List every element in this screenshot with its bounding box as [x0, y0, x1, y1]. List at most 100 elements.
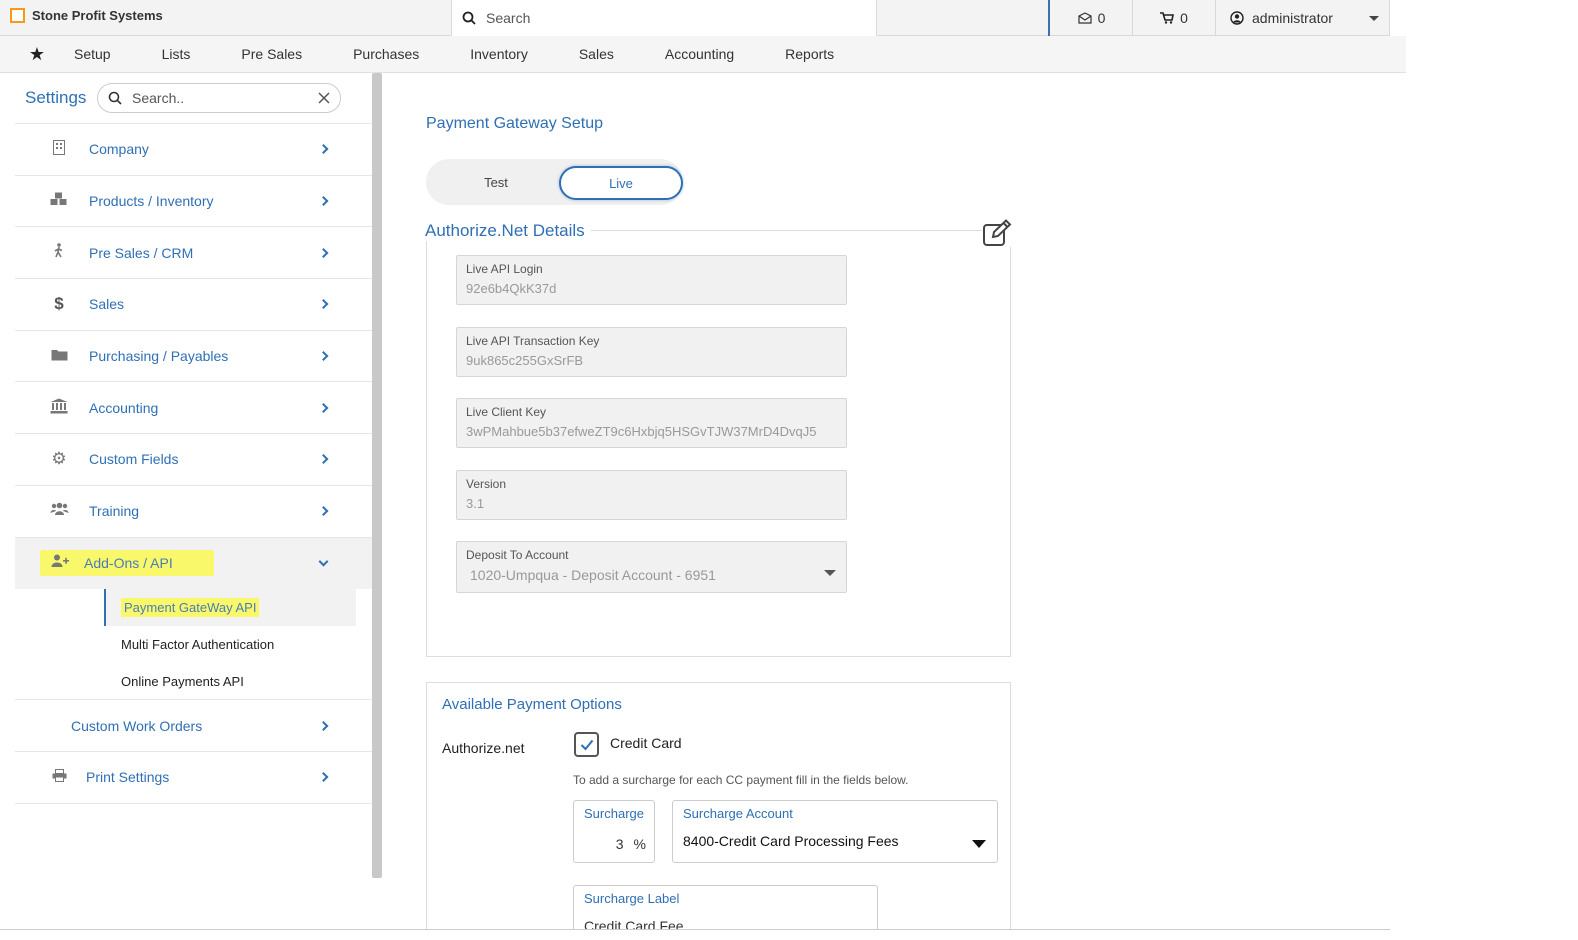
- top-bar-spacer: [877, 0, 1050, 36]
- nav-sales[interactable]: Sales: [579, 46, 614, 62]
- sidebar-subitem-multi-factor-authentication[interactable]: Multi Factor Authentication: [15, 626, 372, 663]
- surcharge-value-group: 3%: [616, 836, 646, 852]
- walking-icon: [47, 243, 71, 262]
- nav-pre-sales[interactable]: Pre Sales: [241, 46, 302, 62]
- chevron-right-icon: [318, 351, 329, 362]
- available-payment-options: Available Payment Options Authorize.net …: [426, 682, 1011, 940]
- surcharge-value: 3: [615, 836, 624, 852]
- global-search-input[interactable]: [486, 10, 846, 26]
- checkmark-icon: [580, 739, 593, 750]
- sidebar-item-custom-work-orders[interactable]: Custom Work Orders: [15, 700, 372, 752]
- gear-icon: ⚙: [51, 449, 67, 469]
- version-field[interactable]: Version 3.1: [456, 470, 847, 520]
- sidebar-item-products-inventory[interactable]: Products / Inventory: [15, 176, 372, 228]
- surcharge-account-select[interactable]: Surcharge Account 8400-Credit Card Proce…: [672, 800, 998, 863]
- nav-reports[interactable]: Reports: [785, 46, 834, 62]
- messages-button[interactable]: 0: [1051, 0, 1133, 36]
- favorites-star-icon[interactable]: ★: [0, 44, 74, 65]
- brand[interactable]: Stone Profit Systems: [10, 8, 163, 23]
- clear-icon[interactable]: [318, 92, 330, 104]
- surcharge-label: Surcharge: [584, 806, 644, 821]
- chevron-right-icon: [318, 506, 329, 517]
- chevron-right-icon: [318, 402, 329, 413]
- live-api-login-field[interactable]: Live API Login 92e6b4QkK37d: [456, 255, 847, 305]
- sidebar-search-input[interactable]: [132, 90, 302, 106]
- chevron-down-icon: [824, 570, 836, 576]
- deposit-to-account-select[interactable]: Deposit To Account 1020-Umpqua - Deposit…: [456, 541, 847, 593]
- sidebar-item-print-settings[interactable]: Print Settings: [15, 752, 372, 804]
- cart-button[interactable]: 0: [1133, 0, 1216, 36]
- sidebar-item-add-ons-api[interactable]: Add-Ons / API: [15, 537, 372, 590]
- nav-inventory[interactable]: Inventory: [470, 46, 528, 62]
- edit-icon[interactable]: [982, 219, 1012, 247]
- cubes-icon: [47, 192, 71, 210]
- chevron-down-icon: [972, 840, 986, 848]
- dollar-icon: $: [54, 294, 64, 314]
- sidebar-item-pre-sales-crm[interactable]: Pre Sales / CRM: [15, 227, 372, 280]
- sidebar-item-label: Pre Sales / CRM: [89, 244, 194, 261]
- sidebar-item-purchasing-payables[interactable]: Purchasing / Payables: [15, 331, 372, 383]
- user-menu[interactable]: administrator: [1216, 0, 1390, 36]
- chevron-right-icon: [318, 772, 329, 783]
- field-value: 1020-Umpqua - Deposit Account - 6951: [470, 567, 716, 583]
- printer-icon: [47, 768, 71, 786]
- nav-accounting[interactable]: Accounting: [665, 46, 734, 62]
- field-label: Version: [466, 477, 507, 491]
- nav-setup[interactable]: Setup: [74, 46, 111, 62]
- building-icon: [47, 139, 71, 159]
- live-api-transaction-key-field[interactable]: Live API Transaction Key 9uk865c255GxSrF…: [456, 327, 847, 377]
- chevron-right-icon: [318, 247, 329, 258]
- sidebar-subitem-label: Online Payments API: [121, 673, 244, 689]
- field-label: Deposit To Account: [466, 548, 569, 562]
- credit-card-label: Credit Card: [610, 735, 682, 751]
- search-icon: [108, 91, 122, 105]
- mode-toggle: Test Live: [426, 159, 683, 205]
- chevron-right-icon: [318, 299, 329, 310]
- surcharge-account-label: Surcharge Account: [683, 806, 793, 821]
- envelope-icon: [1077, 12, 1092, 24]
- global-search: [451, 0, 877, 36]
- sidebar-item-label: Sales: [89, 296, 125, 313]
- sidebar-item-accounting[interactable]: Accounting: [15, 382, 372, 435]
- user-circle-icon: [1230, 11, 1244, 25]
- search-icon: [462, 11, 476, 25]
- main-content: Payment Gateway Setup Test Live Authoriz…: [382, 73, 1382, 940]
- chevron-down-icon: [1368, 15, 1379, 21]
- nav-purchases[interactable]: Purchases: [353, 46, 419, 62]
- sidebar-search: [97, 83, 341, 113]
- field-value: 3.1: [466, 496, 485, 511]
- user-name: administrator: [1252, 10, 1333, 26]
- credit-card-checkbox[interactable]: [574, 732, 599, 757]
- chevron-right-icon: [318, 144, 329, 155]
- sidebar-scrollbar[interactable]: [372, 73, 382, 878]
- messages-count: 0: [1097, 10, 1106, 26]
- brand-name: Stone Profit Systems: [32, 8, 163, 23]
- page-bottom-edge: [0, 929, 1390, 940]
- sidebar-item-company[interactable]: Company: [15, 124, 372, 176]
- sidebar-item-training[interactable]: Training: [15, 486, 372, 538]
- field-label: Live Client Key: [466, 405, 547, 419]
- main-nav: ★ Setup Lists Pre Sales Purchases Invent…: [0, 36, 1406, 73]
- toggle-test-button[interactable]: Test: [426, 159, 566, 205]
- surcharge-account-value: 8400-Credit Card Processing Fees: [683, 833, 899, 849]
- provider-label: Authorize.net: [442, 740, 525, 756]
- sidebar-title: Settings: [25, 88, 87, 107]
- sidebar-item-label: Custom Work Orders: [71, 717, 203, 734]
- sidebar-item-label: Training: [89, 503, 140, 520]
- sidebar-subitem-payment-gateway-api[interactable]: Payment GateWay API: [104, 589, 356, 627]
- sidebar-subitem-label: Multi Factor Authentication: [121, 637, 275, 653]
- top-bar: Stone Profit Systems 0 0 administrator: [0, 0, 1390, 36]
- live-client-key-field[interactable]: Live Client Key 3wPMahbue5b37efweZT9c6Hx…: [456, 398, 847, 448]
- sidebar-item-sales[interactable]: $ Sales: [15, 279, 372, 331]
- nav-lists[interactable]: Lists: [162, 46, 191, 62]
- toggle-live-button[interactable]: Live: [559, 166, 683, 200]
- surcharge-field[interactable]: Surcharge 3%: [573, 800, 655, 863]
- cart-icon: [1160, 12, 1175, 24]
- sidebar-item-label: Print Settings: [86, 769, 170, 786]
- sidebar-subitem-online-payments-api[interactable]: Online Payments API: [15, 663, 372, 701]
- authorize-net-details: Authorize.Net Details Live API Login 92e…: [425, 219, 1012, 657]
- cart-count: 0: [1180, 10, 1188, 26]
- sidebar-item-custom-fields[interactable]: ⚙ Custom Fields: [15, 434, 372, 486]
- surcharge-label-title: Surcharge Label: [584, 891, 680, 906]
- percent-sign: %: [633, 836, 646, 852]
